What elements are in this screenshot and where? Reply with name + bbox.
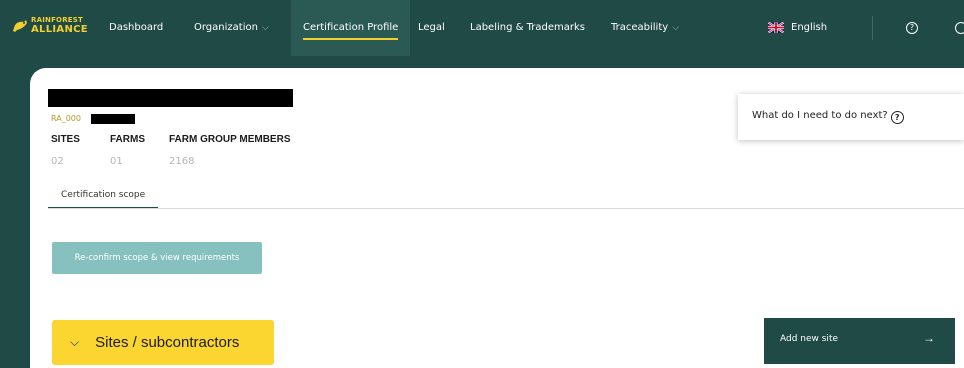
chevron-down-icon: ⌵ (672, 23, 680, 33)
stat-farm-group-members-label: FARM GROUP MEMBERS (169, 134, 291, 145)
chevron-down-icon: ⌵ (70, 335, 80, 349)
stat-sites-value: 02 (51, 156, 64, 167)
nav-organization[interactable]: Organization ⌵ (194, 0, 269, 56)
next-steps-panel[interactable]: What do I need to do next?? (738, 94, 964, 140)
logo-line-1: RAINFOREST (31, 16, 83, 24)
add-new-site-button[interactable]: Add new site → (764, 318, 955, 364)
nav-certification-profile-label: Certification Profile (303, 22, 399, 33)
add-new-site-label: Add new site (780, 334, 839, 344)
help-icon[interactable]: ? (906, 22, 918, 34)
tabs-divider (48, 208, 964, 209)
help-icon[interactable]: ? (890, 111, 904, 124)
organization-id: RA_000 (51, 114, 81, 123)
sites-subcontractors-label: Sites / subcontractors (95, 334, 240, 351)
top-navbar: RAINFOREST ALLIANCE Dashboard Organizati… (0, 0, 964, 56)
nav-divider (872, 16, 873, 40)
stat-farms-value: 01 (110, 156, 123, 167)
nav-labeling-trademarks[interactable]: Labeling & Trademarks (470, 0, 585, 56)
next-steps-label: What do I need to do next? (752, 110, 888, 121)
nav-traceability-label: Traceability (611, 22, 669, 33)
nav-legal[interactable]: Legal (418, 0, 445, 56)
stat-sites-label: SITES (51, 134, 80, 145)
rainforest-alliance-logo[interactable]: RAINFOREST ALLIANCE (12, 16, 88, 35)
nav-certification-profile[interactable]: Certification Profile (291, 0, 411, 56)
redacted-organization-name (48, 89, 293, 107)
uk-flag-icon (768, 22, 784, 33)
nav-dashboard-label: Dashboard (109, 22, 164, 33)
nav-legal-label: Legal (418, 22, 445, 33)
sites-subcontractors-toggle[interactable]: ⌵ Sites / subcontractors (52, 320, 274, 365)
edge-icon[interactable] (955, 22, 964, 34)
tab-certification-scope[interactable]: Certification scope (61, 190, 145, 200)
language-selector[interactable]: English (791, 0, 827, 56)
nav-organization-label: Organization (194, 22, 258, 33)
reconfirm-scope-button[interactable]: Re-confirm scope & view requirements (52, 242, 262, 274)
chevron-down-icon: ⌵ (261, 23, 269, 33)
nav-traceability[interactable]: Traceability ⌵ (611, 0, 679, 56)
rainforest-frog-logo-icon (13, 19, 27, 32)
nav-dashboard[interactable]: Dashboard (109, 0, 163, 56)
arrow-right-icon: → (923, 331, 935, 345)
logo-line-2: ALLIANCE (31, 24, 88, 35)
redacted-organization-id (91, 114, 135, 124)
nav-labeling-trademarks-label: Labeling & Trademarks (470, 22, 585, 33)
stat-farm-group-members-value: 2168 (169, 156, 195, 167)
stat-farms-label: FARMS (110, 134, 145, 145)
language-label: English (791, 22, 828, 33)
